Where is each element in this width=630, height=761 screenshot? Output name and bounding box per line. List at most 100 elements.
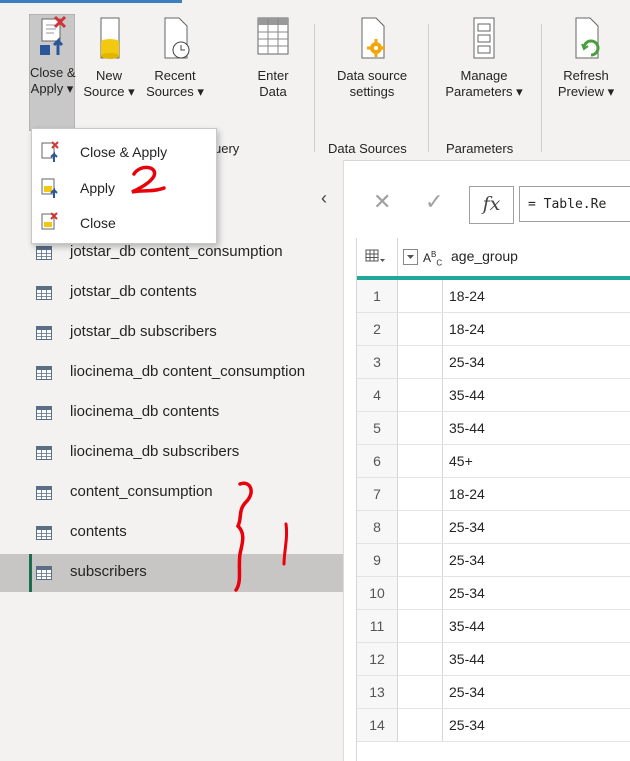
cell-age-group[interactable]: 18-24 <box>449 280 485 312</box>
query-item[interactable]: jotstar_db subscribers <box>0 314 343 352</box>
manage-parameters-button[interactable]: Manage Parameters ▾ <box>438 16 530 100</box>
empty-cell <box>398 511 443 543</box>
query-item[interactable]: liocinema_db subscribers <box>0 434 343 472</box>
new-source-button[interactable]: New Source ▾ <box>79 16 139 100</box>
refresh-icon <box>575 17 600 59</box>
fx-button[interactable]: fx <box>469 186 514 224</box>
table-icon <box>36 366 52 380</box>
refresh-preview-label: Refresh Preview ▾ <box>557 68 615 99</box>
refresh-preview-button[interactable]: Refresh Preview ▾ <box>551 16 621 100</box>
enter-data-button[interactable]: Enter Data <box>253 16 293 100</box>
grid-header: ABC age_group <box>357 238 630 280</box>
close-apply-icon <box>40 15 67 55</box>
empty-cell <box>398 544 443 576</box>
recent-sources-icon <box>164 17 190 59</box>
table-row[interactable]: 2 18-24 <box>357 313 630 346</box>
query-item-label: liocinema_db content_consumption <box>70 363 306 380</box>
cell-age-group[interactable]: 35-44 <box>449 610 485 642</box>
table-menu-button[interactable] <box>357 238 398 276</box>
column-header-age-group[interactable]: age_group <box>451 248 518 264</box>
empty-cell <box>398 379 443 411</box>
table-row[interactable]: 7 18-24 <box>357 478 630 511</box>
table-icon <box>36 326 52 340</box>
data-grid: ABC age_group 1 18-24 2 18-24 3 25-34 4 35-44 5 3… <box>356 238 630 761</box>
manage-parameters-label: Manage Parameters ▾ <box>445 68 523 99</box>
empty-cell <box>398 643 443 675</box>
cell-age-group[interactable]: 35-44 <box>449 379 485 411</box>
table-icon <box>36 446 52 460</box>
menu-item-label: Close & Apply <box>80 144 168 160</box>
cell-age-group[interactable]: 25-34 <box>449 709 485 741</box>
parameters-icon <box>473 17 495 59</box>
cell-age-group[interactable]: 45+ <box>449 445 473 477</box>
table-icon <box>36 566 52 580</box>
menu-item-apply[interactable]: Apply <box>32 170 216 204</box>
group-separator <box>314 24 315 152</box>
query-item-label: content_consumption <box>70 483 213 500</box>
cell-age-group[interactable]: 18-24 <box>449 313 485 345</box>
cancel-formula-button[interactable]: ✕ <box>373 189 391 215</box>
formula-input[interactable]: = Table.Re <box>519 186 630 222</box>
cell-age-group[interactable]: 35-44 <box>449 412 485 444</box>
cell-age-group[interactable]: 25-34 <box>449 577 485 609</box>
row-number: 6 <box>357 445 398 477</box>
data-source-settings-icon <box>361 17 385 59</box>
cell-age-group[interactable]: 35-44 <box>449 643 485 675</box>
close-apply-menu: Close & Apply Apply Close <box>31 128 217 244</box>
commit-formula-button[interactable]: ✓ <box>425 189 443 215</box>
query-item-label: contents <box>70 523 127 540</box>
group-label-parameters: Parameters <box>446 141 514 156</box>
table-icon <box>36 406 52 420</box>
row-number: 7 <box>357 478 398 510</box>
menu-item-label: Close <box>80 215 116 231</box>
table-row[interactable]: 5 35-44 <box>357 412 630 445</box>
query-item[interactable]: liocinema_db contents <box>0 394 343 432</box>
table-row[interactable]: 1 18-24 <box>357 280 630 313</box>
cell-age-group[interactable]: 18-24 <box>449 478 485 510</box>
table-icon <box>36 246 52 260</box>
group-separator <box>428 24 429 152</box>
empty-cell <box>398 676 443 708</box>
table-row[interactable]: 9 25-34 <box>357 544 630 577</box>
group-label-data-sources: Data Sources <box>328 141 407 156</box>
data-source-settings-button[interactable]: Data source settings <box>326 16 418 100</box>
collapse-pane-button[interactable]: ‹ <box>321 188 327 209</box>
cell-age-group[interactable]: 25-34 <box>449 511 485 543</box>
cell-age-group[interactable]: 25-34 <box>449 346 485 378</box>
enter-data-label: Enter Data <box>257 68 289 99</box>
cell-age-group[interactable]: 25-34 <box>449 676 485 708</box>
close-icon <box>41 212 58 230</box>
group-separator <box>541 24 542 152</box>
empty-cell <box>398 412 443 444</box>
row-filter-dropdown[interactable] <box>403 249 418 265</box>
menu-item-label: Apply <box>80 180 116 196</box>
menu-item-close-apply[interactable]: Close & Apply <box>32 134 216 168</box>
table-row[interactable]: 3 25-34 <box>357 346 630 379</box>
new-source-label: New Source ▾ <box>83 68 135 99</box>
cell-age-group[interactable]: 25-34 <box>449 544 485 576</box>
close-apply-button[interactable]: Close & Apply ▾ <box>29 14 76 131</box>
table-row[interactable]: 8 25-34 <box>357 511 630 544</box>
table-row[interactable]: 10 25-34 <box>357 577 630 610</box>
query-item[interactable]: liocinema_db content_consumption <box>0 354 343 392</box>
table-row[interactable]: 11 35-44 <box>357 610 630 643</box>
menu-item-close[interactable]: Close <box>32 205 216 239</box>
close-apply-icon <box>41 141 59 162</box>
query-item-label: jotstar_db contents <box>70 283 197 300</box>
table-row[interactable]: 4 35-44 <box>357 379 630 412</box>
query-item-label: liocinema_db subscribers <box>70 443 240 460</box>
query-item-label: liocinema_db contents <box>70 403 220 420</box>
table-row[interactable]: 12 35-44 <box>357 643 630 676</box>
row-number: 3 <box>357 346 398 378</box>
row-number: 1 <box>357 280 398 312</box>
query-item[interactable]: jotstar_db contents <box>0 274 343 312</box>
apply-icon <box>41 178 58 198</box>
table-icon <box>36 526 52 540</box>
empty-cell <box>398 478 443 510</box>
text-type-icon[interactable]: ABC <box>423 250 442 267</box>
table-row[interactable]: 6 45+ <box>357 445 630 478</box>
data-source-settings-label: Data source settings <box>336 68 408 99</box>
recent-sources-button[interactable]: Recent Sources ▾ <box>140 16 210 100</box>
table-row[interactable]: 14 25-34 <box>357 709 630 742</box>
table-row[interactable]: 13 25-34 <box>357 676 630 709</box>
